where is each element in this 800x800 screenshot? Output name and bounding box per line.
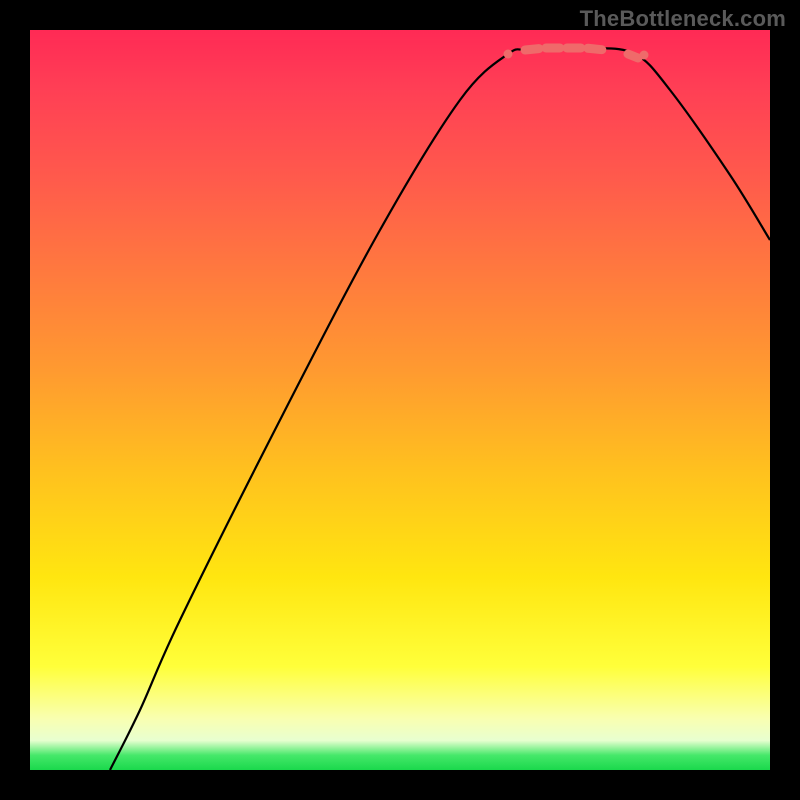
watermark-text: TheBottleneck.com [580, 6, 786, 32]
plot-area [30, 30, 770, 770]
chart-frame: TheBottleneck.com [0, 0, 800, 800]
optimal-range-dots [504, 48, 649, 60]
curve-svg [30, 30, 770, 770]
bottleneck-curve [110, 48, 770, 770]
